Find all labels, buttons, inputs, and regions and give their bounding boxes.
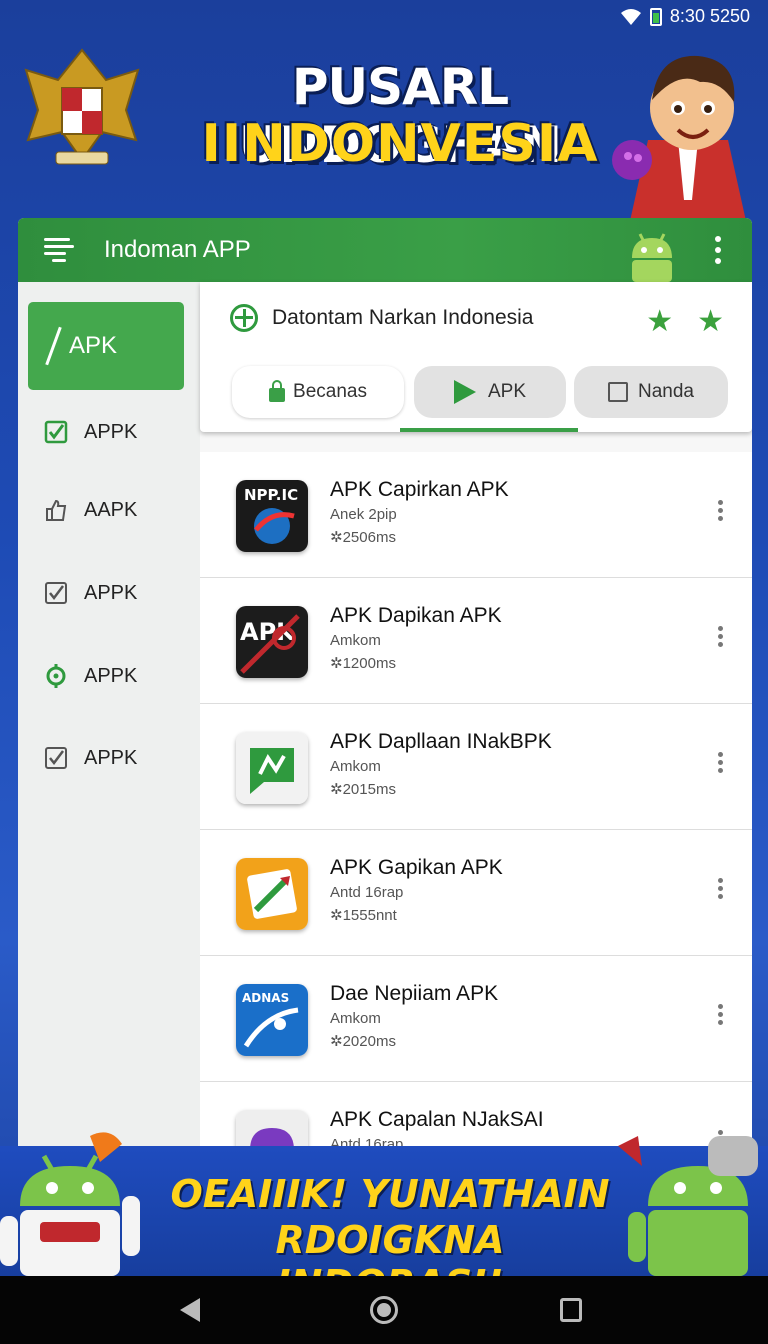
row-menu-icon[interactable] — [718, 500, 724, 524]
category-card: Datontam Narkan Indonesia ★ ★ Becanas AP… — [200, 282, 752, 432]
checkbox-icon — [45, 747, 67, 769]
mascot-boy-icon — [612, 55, 748, 230]
app-name: APK Gapikan APK — [330, 856, 503, 879]
app-name: APK Capalan NJakSAI — [330, 1108, 544, 1131]
android-robot-icon — [618, 1136, 758, 1276]
home-icon[interactable] — [370, 1296, 398, 1324]
sidebar-item-apk-active[interactable]: APK — [28, 302, 184, 390]
star-icon[interactable]: ★ — [646, 304, 673, 339]
star-icon[interactable]: ★ — [697, 304, 724, 339]
app-icon: ADNAS — [236, 984, 308, 1056]
app-toolbar: Indoman APP — [18, 218, 752, 282]
checkbox-icon — [45, 582, 67, 604]
app-size: ✲1555nnt — [330, 907, 397, 924]
app-size: ✲2506ms — [330, 529, 396, 546]
header: PUSARL UNDOGHAN IINDONVESIA — [0, 30, 768, 230]
sidebar-item-4[interactable]: APPK — [44, 656, 137, 696]
app-name: APK Dapikan APK — [330, 604, 502, 627]
app-name: APK Dapllaan INakBPK — [330, 730, 552, 753]
row-menu-icon[interactable] — [718, 878, 724, 902]
app-size: ✲1200ms — [330, 655, 396, 672]
page-title-line2: IINDONVESIA — [201, 114, 599, 174]
android-logo-icon — [632, 233, 672, 282]
sidebar-item-label: APPK — [84, 664, 138, 687]
main-content: Datontam Narkan Indonesia ★ ★ Becanas AP… — [200, 282, 752, 1158]
tab-label: APK — [487, 381, 527, 402]
android-robot-icon — [0, 1132, 140, 1276]
battery-icon — [649, 7, 662, 26]
app-title: Indoman APP — [104, 236, 251, 263]
favorites: ★ ★ — [646, 304, 724, 339]
recent-apps-icon[interactable] — [560, 1298, 582, 1322]
banner-headline-1: OEAIIIK! YUNATHAIN — [170, 1172, 610, 1216]
sidebar-item-2[interactable]: AAPK — [44, 490, 137, 530]
sidebar: APK APPK AAPK APPK APPK APPK — [18, 282, 200, 1158]
garuda-emblem-icon — [24, 48, 140, 165]
list-item[interactable]: ADNAS Dae Nepiiam APK Amkom ✲2020ms — [200, 956, 752, 1082]
list-item[interactable]: APK Gapikan APK Antd 16rap ✲1555nnt — [200, 830, 752, 956]
app-size: ✲2020ms — [330, 1033, 396, 1050]
card-heading: Datontam Narkan Indonesia — [230, 304, 534, 332]
sidebar-item-5[interactable]: APPK — [44, 738, 137, 778]
sidebar-item-label: APPK — [84, 581, 138, 604]
app-window: Indoman APP APK APPK AAPK APPK APPK APPK… — [18, 218, 752, 1158]
list-item[interactable]: APK Dapllaan INakBPK Amkom ✲2015ms — [200, 704, 752, 830]
app-icon: APK — [236, 606, 308, 678]
target-icon — [46, 664, 66, 688]
app-icon-text: APK — [240, 618, 296, 646]
tab-label: Becanas — [293, 381, 367, 402]
promo-banner: OEAIIIK! YUNATHAIN RDOIGKNA INDORASI! — [0, 1132, 768, 1306]
sidebar-item-label: APK — [69, 332, 118, 359]
app-icon: NPP.IC — [236, 480, 308, 552]
wifi-icon — [620, 8, 641, 25]
sidebar-item-label: APPK — [84, 746, 138, 769]
tab-nanda[interactable]: Nanda — [574, 366, 728, 418]
app-icon — [236, 858, 308, 930]
back-icon[interactable] — [180, 1298, 200, 1322]
slash-icon — [45, 326, 62, 366]
card-heading-text: Datontam Narkan Indonesia — [272, 306, 534, 329]
list-item[interactable]: APK APK Dapikan APK Amkom ✲1200ms — [200, 578, 752, 704]
tab-becanas[interactable]: Becanas — [232, 366, 404, 418]
share-icon — [608, 382, 628, 402]
status-time: 8:30 5250 — [669, 6, 750, 26]
app-name: APK Capirkan APK — [330, 478, 509, 501]
app-developer: Antd 16rap — [330, 884, 404, 901]
app-name: Dae Nepiiam APK — [330, 982, 499, 1005]
row-menu-icon[interactable] — [718, 626, 724, 650]
sidebar-item-label: APPK — [84, 420, 138, 443]
checkbox-checked-icon — [44, 420, 68, 444]
globe-icon — [230, 304, 258, 332]
app-developer: Amkom — [330, 758, 381, 775]
play-icon — [453, 380, 476, 404]
hamburger-menu-icon[interactable] — [44, 238, 74, 262]
row-menu-icon[interactable] — [718, 1004, 724, 1028]
app-icon-text: NPP.IC — [244, 486, 298, 504]
sidebar-item-3[interactable]: APPK — [44, 573, 137, 613]
row-menu-icon[interactable] — [718, 752, 724, 776]
overflow-menu-icon[interactable] — [714, 236, 722, 266]
list-item[interactable]: NPP.IC APK Capirkan APK Anek 2pip ✲2506m… — [200, 452, 752, 578]
sidebar-item-1[interactable]: APPK — [44, 412, 137, 452]
thumbs-up-icon — [46, 499, 67, 521]
app-size: ✲2015ms — [330, 781, 396, 798]
app-developer: Amkom — [330, 632, 381, 649]
sidebar-item-label: AAPK — [84, 498, 138, 521]
tab-label: Nanda — [638, 381, 694, 402]
active-tab-indicator — [400, 428, 578, 432]
app-developer: Anek 2pip — [330, 506, 397, 523]
app-icon — [236, 732, 308, 804]
lock-icon — [269, 380, 286, 402]
system-nav-bar — [0, 1276, 768, 1344]
app-list: NPP.IC APK Capirkan APK Anek 2pip ✲2506m… — [200, 452, 752, 1158]
app-icon-text: ADNAS — [242, 991, 289, 1005]
status-indicators: 8:30 5250 — [620, 6, 750, 27]
app-developer: Amkom — [330, 1010, 381, 1027]
tab-apk[interactable]: APK — [414, 366, 566, 418]
